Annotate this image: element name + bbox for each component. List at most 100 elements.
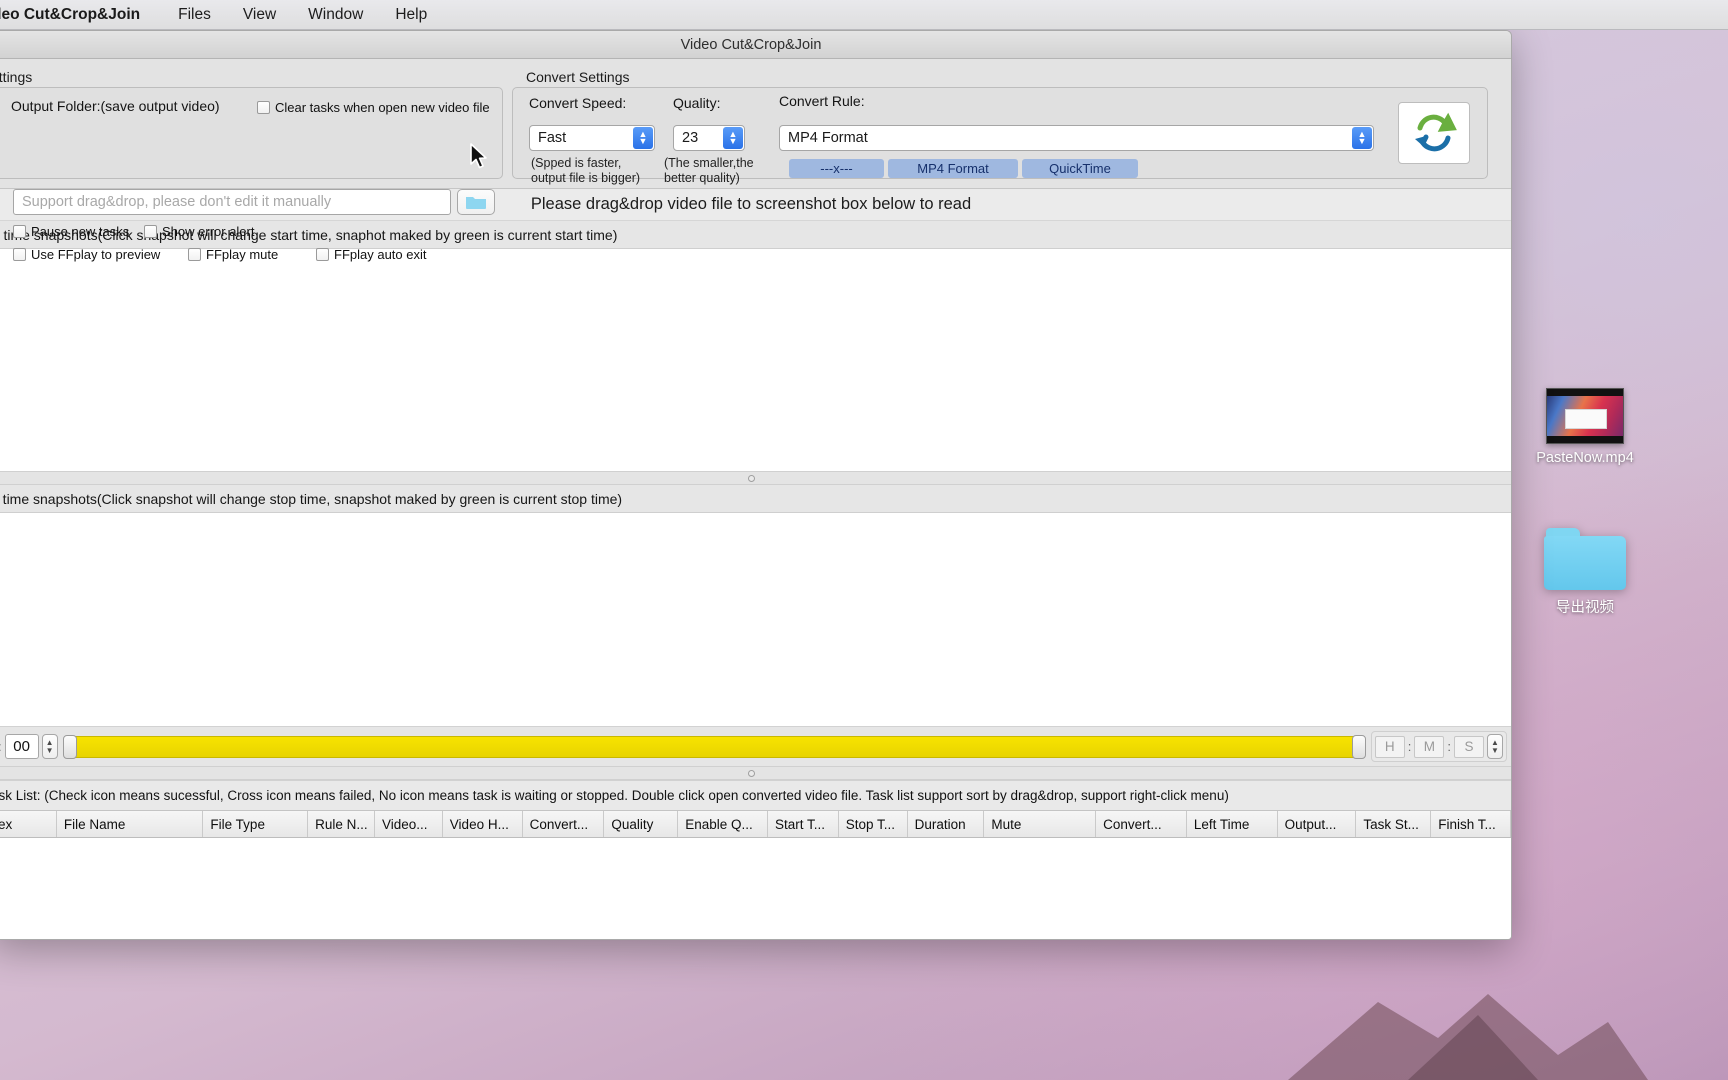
drop-hint-text: Please drag&drop video file to screensho…: [530, 195, 972, 213]
chevron-updown-icon: ▲ ▼: [633, 127, 653, 149]
quality-label: Quality:: [673, 95, 721, 111]
task-column-header[interactable]: File Name: [57, 811, 204, 837]
task-column-header[interactable]: ex: [0, 811, 57, 837]
task-list-note-bar: ask List: (Check icon means sucessful, C…: [0, 780, 1511, 810]
task-column-header[interactable]: Output...: [1278, 811, 1357, 837]
folder-icon: [466, 197, 486, 209]
folder-icon: [1544, 528, 1626, 590]
show-error-alert-checkbox[interactable]: Show error alert: [144, 224, 254, 239]
convert-rule-value: MP4 Format: [788, 130, 868, 146]
clear-tasks-checkbox[interactable]: Clear tasks when open new video file: [257, 100, 490, 115]
task-column-header[interactable]: Start T...: [768, 811, 839, 837]
task-list-note: ask List: (Check icon means sucessful, C…: [0, 788, 1229, 803]
rule-chip-label: QuickTime: [1049, 161, 1111, 176]
desktop-icon-export-folder[interactable]: 导出视频: [1510, 528, 1660, 617]
checkbox-box: [257, 101, 270, 114]
use-ffplay-preview-checkbox[interactable]: Use FFplay to preview: [13, 247, 160, 262]
slider-knob-start[interactable]: [62, 734, 77, 759]
rule-chip-label: MP4 Format: [917, 161, 989, 176]
app-window: Video Cut&Crop&Join ettings Output Folde…: [0, 30, 1512, 940]
task-column-header[interactable]: Enable Q...: [678, 811, 768, 837]
ffplay-auto-exit-checkbox[interactable]: FFplay auto exit: [316, 247, 427, 262]
task-column-header[interactable]: Quality: [604, 811, 679, 837]
seconds-spinner[interactable]: 00 ▲ ▼: [4, 734, 58, 760]
rule-chip-mp4[interactable]: MP4 Format: [888, 159, 1018, 178]
output-folder-label: Output Folder:(save output video): [11, 98, 220, 114]
slider-knob-end[interactable]: [1351, 734, 1366, 759]
menu-app-name[interactable]: deo Cut&Crop&Join: [0, 6, 140, 24]
convert-speed-label: Convert Speed:: [529, 95, 627, 111]
hours-field[interactable]: H: [1374, 735, 1405, 758]
seconds-field[interactable]: S: [1454, 735, 1484, 758]
ffplay-auto-exit-label: FFplay auto exit: [334, 247, 427, 262]
use-ffplay-preview-label: Use FFplay to preview: [31, 247, 161, 262]
seconds-value: 00: [4, 734, 39, 759]
tasklist-splitter[interactable]: [0, 766, 1511, 780]
quality-select[interactable]: 23 ▲ ▼: [673, 125, 745, 151]
stop-snapshots-label: p time snapshots(Click snapshot will cha…: [0, 490, 623, 507]
chevron-updown-icon: ▲ ▼: [723, 127, 743, 149]
menu-bar: deo Cut&Crop&Join Files View Window Help: [0, 0, 1728, 30]
show-error-alert-label: Show error alert: [162, 224, 255, 239]
task-column-header[interactable]: Mute: [984, 811, 1097, 837]
task-column-header[interactable]: Video...: [375, 811, 443, 837]
convert-speed-value: Fast: [538, 130, 567, 146]
convert-rule-select[interactable]: MP4 Format ▲ ▼: [779, 125, 1374, 151]
refresh-rules-button[interactable]: [1398, 102, 1470, 164]
minutes-field[interactable]: M: [1414, 735, 1445, 758]
refresh-icon: [1415, 112, 1457, 152]
checkbox-box: [188, 248, 201, 261]
checkbox-box: [316, 248, 329, 261]
task-list-body[interactable]: [0, 838, 1511, 939]
task-column-header[interactable]: Stop T...: [839, 811, 908, 837]
wallpaper-mountain: [1288, 994, 1648, 1080]
task-column-header[interactable]: Convert...: [1096, 811, 1187, 837]
menu-item-view[interactable]: View: [227, 6, 292, 24]
convert-speed-select[interactable]: Fast ▲ ▼: [529, 125, 655, 151]
seconds-stepper[interactable]: ▲ ▼: [41, 734, 58, 759]
task-list-header[interactable]: exFile NameFile TypeRule N...Video...Vid…: [0, 810, 1511, 838]
rule-chip-none[interactable]: ---x---: [789, 159, 884, 178]
task-column-header[interactable]: Video H...: [443, 811, 523, 837]
task-column-header[interactable]: Task St...: [1356, 811, 1432, 837]
settings-group-title: ettings: [0, 69, 33, 85]
desktop-icon-pastenow[interactable]: PasteNow.mp4: [1510, 388, 1660, 466]
task-column-header[interactable]: Finish T...: [1431, 811, 1511, 837]
window-titlebar[interactable]: Video Cut&Crop&Join: [0, 31, 1511, 59]
splitter-handle-icon: [747, 769, 755, 777]
checkbox-box: [13, 225, 26, 238]
ffplay-mute-checkbox[interactable]: FFplay mute: [188, 247, 278, 262]
convert-rule-label: Convert Rule:: [779, 93, 865, 109]
timeline-slider[interactable]: [62, 734, 1366, 759]
checkbox-box: [144, 225, 157, 238]
hms-field-group[interactable]: H : M : S ▲ ▼: [1370, 731, 1507, 762]
clear-tasks-label: Clear tasks when open new video file: [275, 100, 490, 115]
desktop-icon-label: PasteNow.mp4: [1536, 450, 1634, 466]
task-column-header[interactable]: Left Time: [1187, 811, 1278, 837]
settings-strip: ettings Output Folder:(save output video…: [0, 59, 1511, 262]
snapshots-splitter[interactable]: [0, 471, 1511, 485]
task-column-header[interactable]: Duration: [908, 811, 985, 837]
output-path-input[interactable]: Support drag&drop, please don't edit it …: [13, 189, 451, 215]
task-column-header[interactable]: Rule N...: [308, 811, 375, 837]
video-file-icon: [1546, 388, 1624, 444]
convert-group-title: Convert Settings: [526, 69, 630, 85]
checkbox-box: [13, 248, 26, 261]
task-column-header[interactable]: Convert...: [523, 811, 605, 837]
splitter-handle-icon: [747, 474, 755, 482]
menu-item-help[interactable]: Help: [379, 6, 443, 24]
browse-folder-button[interactable]: [457, 189, 495, 215]
start-snapshots-area[interactable]: [0, 249, 1511, 471]
quality-value: 23: [682, 130, 699, 146]
window-title: Video Cut&Crop&Join: [680, 36, 822, 53]
stop-snapshots-area[interactable]: [0, 513, 1511, 726]
convert-speed-hint: (Spped is faster, output file is bigger): [531, 156, 641, 185]
hms-stepper[interactable]: ▲ ▼: [1487, 734, 1503, 759]
pause-new-tasks-checkbox[interactable]: Pause new tasks: [13, 224, 129, 239]
menu-item-files[interactable]: Files: [162, 6, 227, 24]
task-column-header[interactable]: File Type: [203, 811, 309, 837]
rule-chip-quicktime[interactable]: QuickTime: [1022, 159, 1138, 178]
output-path-placeholder: Support drag&drop, please don't edit it …: [22, 194, 332, 210]
menu-item-window[interactable]: Window: [292, 6, 379, 24]
quality-hint: (The smaller,the better quality): [664, 156, 754, 185]
